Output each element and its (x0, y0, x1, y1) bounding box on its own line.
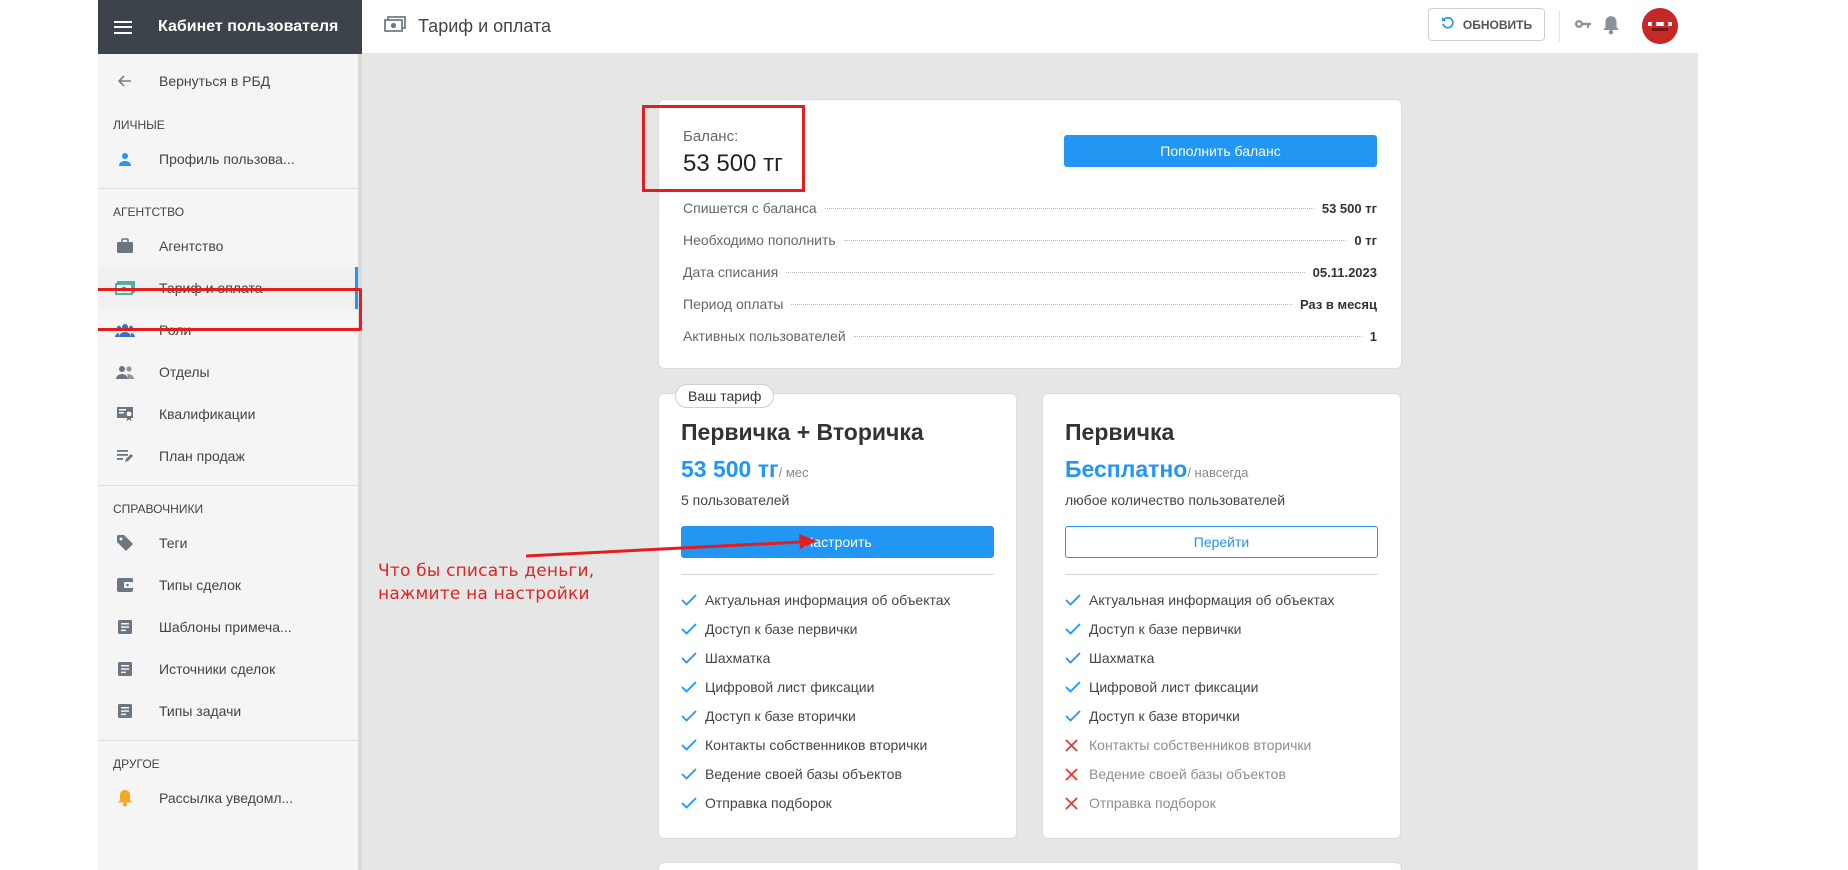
app-window: Кабинет пользователя Вернуться в РБД ЛИЧ… (98, 0, 1698, 870)
annotation-arrow (525, 534, 817, 558)
highlight-tariff-item (98, 288, 362, 331)
highlight-balance (642, 105, 805, 192)
